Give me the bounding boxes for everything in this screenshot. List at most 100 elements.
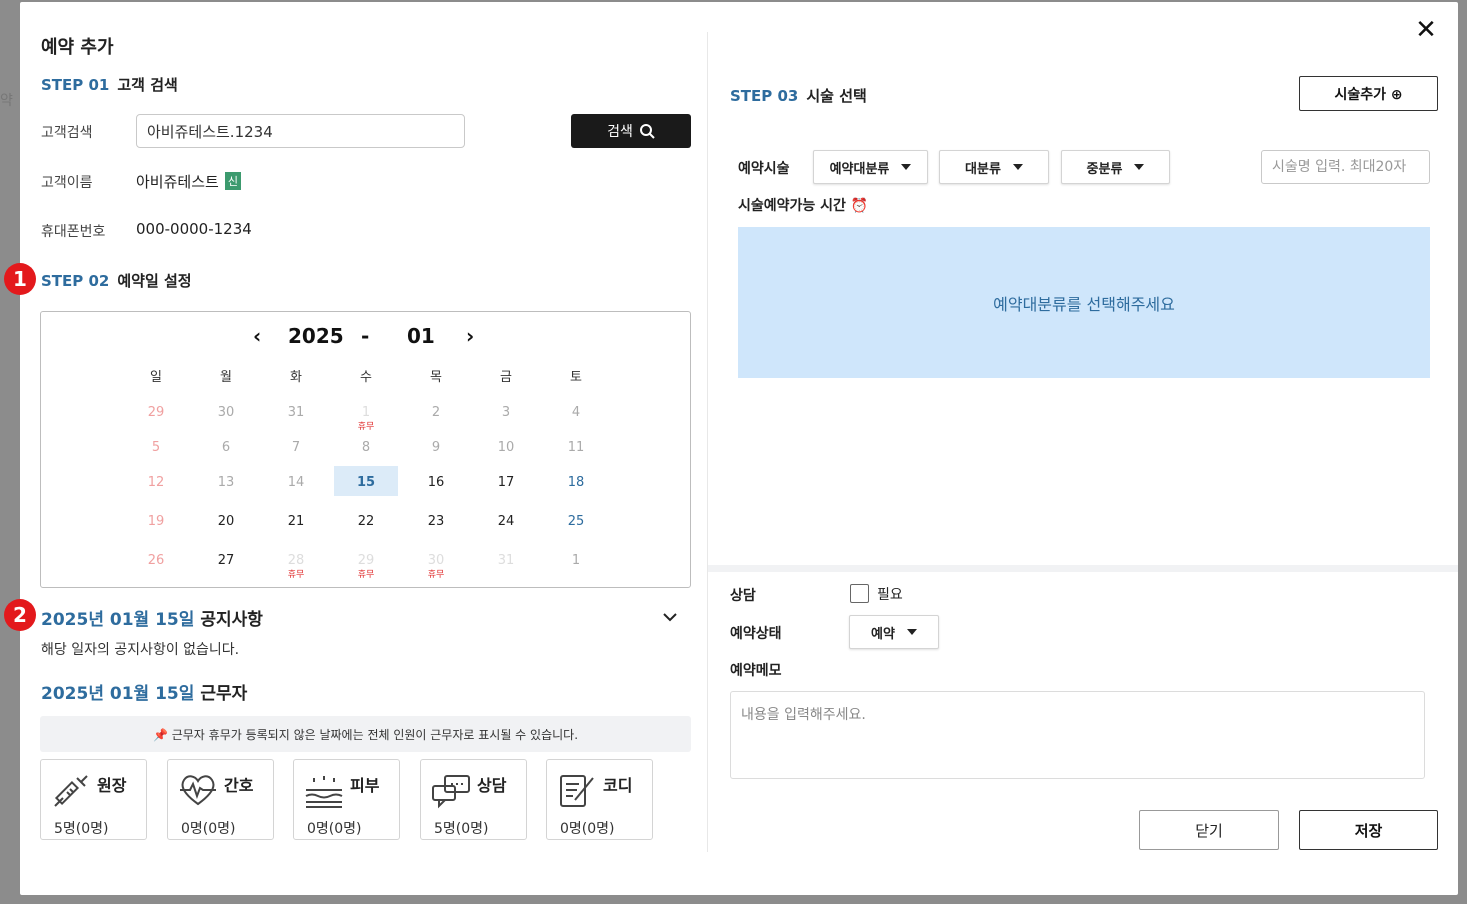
calendar-day[interactable]: 22	[334, 514, 398, 529]
calendar-day[interactable]: 5	[124, 440, 188, 455]
calendar-day[interactable]: 13	[194, 475, 258, 490]
caret-down-icon	[901, 164, 912, 170]
phone-value: 000-0000-1234	[136, 220, 252, 238]
close-icon[interactable]: ✕	[1412, 16, 1440, 44]
calendar-day[interactable]: 31	[474, 553, 538, 568]
staff-card-director: 원장 5명(0명)	[40, 759, 147, 840]
reservation-category-dropdown[interactable]: 예약대분류	[813, 150, 928, 184]
dropdown-label: 대분류	[965, 161, 1001, 177]
dropdown-label: 중분류	[1086, 161, 1123, 177]
available-time-label: 시술예약가능 시간 ⏰	[738, 198, 869, 214]
step1-label: 고객 검색	[117, 76, 178, 94]
step1-heading: STEP 01 고객 검색	[41, 74, 178, 95]
step1-number: STEP 01	[41, 76, 110, 94]
consult-checkbox-label[interactable]: 필요	[877, 584, 903, 604]
weekday-label: 화	[290, 370, 302, 385]
calendar-day[interactable]: 15	[334, 475, 398, 490]
weekday-label: 금	[500, 370, 512, 385]
calendar-day[interactable]: 30	[194, 405, 258, 420]
modal-title: 예약 추가	[41, 37, 114, 58]
customer-search-input[interactable]	[136, 114, 465, 148]
major-category-dropdown[interactable]: 대분류	[939, 150, 1049, 184]
search-button-label: 검색	[607, 124, 633, 140]
edit-note-icon	[560, 775, 594, 807]
caret-down-icon	[1134, 164, 1145, 170]
consult-checkbox[interactable]	[850, 584, 869, 603]
chevron-down-icon[interactable]	[663, 607, 677, 626]
skin-icon	[305, 776, 343, 808]
customer-name: 아비쥬테스트	[136, 173, 219, 191]
calendar-day[interactable]: 27	[194, 553, 258, 568]
middle-category-dropdown[interactable]: 중분류	[1061, 150, 1170, 184]
prev-month-icon[interactable]: ‹	[253, 324, 261, 348]
calendar-day[interactable]: 1	[544, 553, 608, 568]
staff-card-consult: 상담 5명(0명)	[420, 759, 527, 840]
calendar-day[interactable]: 29	[334, 553, 398, 568]
calendar-day[interactable]: 24	[474, 514, 538, 529]
close-button[interactable]: 닫기	[1139, 810, 1279, 850]
step3-number: STEP 03	[730, 87, 799, 105]
calendar-day[interactable]: 11	[544, 440, 608, 455]
calendar-day[interactable]: 8	[334, 440, 398, 455]
calendar-header: ‹ 2025 - 01 ›	[41, 324, 690, 350]
memo-textarea[interactable]	[730, 691, 1425, 779]
step2-heading: STEP 02 예약일 설정	[41, 270, 192, 291]
available-time-panel: 예약대분류를 선택해주세요	[738, 227, 1430, 378]
status-label: 예약상태	[730, 626, 782, 642]
weekday-label: 일	[150, 370, 162, 385]
new-customer-badge: 신	[224, 172, 241, 190]
calendar-day[interactable]: 7	[264, 440, 328, 455]
reservation-modal: ✕ 예약 추가 STEP 01 고객 검색 고객검색 검색 고객이름 아비쥬테스트…	[4, 2, 1458, 895]
weekday-label: 토	[570, 370, 582, 385]
search-button[interactable]: 검색	[571, 114, 691, 148]
calendar-day[interactable]: 10	[474, 440, 538, 455]
calendar-day[interactable]: 28	[264, 553, 328, 568]
calendar-day[interactable]: 29	[124, 405, 188, 420]
calendar-day[interactable]: 1	[334, 405, 398, 420]
staff-count: 0명(0명)	[307, 821, 362, 837]
staff-name: 코디	[603, 776, 633, 795]
step2-number: STEP 02	[41, 272, 110, 290]
customer-name-label: 고객이름	[41, 175, 93, 191]
calendar-day[interactable]: 14	[264, 475, 328, 490]
calendar-day[interactable]: 16	[404, 475, 468, 490]
staff-card-coordinator: 코디 0명(0명)	[546, 759, 653, 840]
treatment-name-input[interactable]	[1261, 150, 1430, 184]
notice-text: 해당 일자의 공지사항이 없습니다.	[41, 642, 240, 658]
staff-name: 원장	[97, 776, 127, 795]
calendar-day[interactable]: 9	[404, 440, 468, 455]
calendar-day[interactable]: 30	[404, 553, 468, 568]
memo-label: 예약메모	[730, 663, 782, 679]
staff-count: 5명(0명)	[54, 821, 109, 837]
heart-pulse-icon	[180, 775, 216, 806]
calendar-day[interactable]: 26	[124, 553, 188, 568]
calendar-day[interactable]: 4	[544, 405, 608, 420]
calendar-year: 2025	[288, 324, 344, 348]
calendar-day[interactable]: 23	[404, 514, 468, 529]
calendar-day[interactable]: 3	[474, 405, 538, 420]
status-dropdown[interactable]: 예약	[849, 615, 939, 649]
staff-card-skin: 피부 0명(0명)	[293, 759, 400, 840]
calendar-day[interactable]: 17	[474, 475, 538, 490]
calendar-day[interactable]: 6	[194, 440, 258, 455]
calendar-day[interactable]: 20	[194, 514, 258, 529]
staff-date: 2025년 01월 15일	[41, 684, 195, 704]
weekday-label: 월	[220, 370, 232, 385]
holiday-tag: 휴무	[427, 570, 445, 580]
search-icon	[639, 124, 655, 139]
calendar-day[interactable]: 25	[544, 514, 608, 529]
calendar-day[interactable]: 31	[264, 405, 328, 420]
add-treatment-button[interactable]: 시술추가 ⊕	[1299, 76, 1438, 111]
calendar-day[interactable]: 21	[264, 514, 328, 529]
calendar-day[interactable]: 2	[404, 405, 468, 420]
staff-name: 피부	[350, 776, 380, 795]
column-divider	[707, 32, 708, 852]
next-month-icon[interactable]: ›	[466, 324, 474, 348]
save-button[interactable]: 저장	[1299, 810, 1438, 850]
calendar-day[interactable]: 12	[124, 475, 188, 490]
calendar-day[interactable]: 19	[124, 514, 188, 529]
notice-label: 공지사항	[200, 610, 263, 630]
calendar-day[interactable]: 18	[544, 475, 608, 490]
treatment-label: 예약시술	[738, 161, 790, 177]
staff-name: 상담	[477, 776, 507, 795]
